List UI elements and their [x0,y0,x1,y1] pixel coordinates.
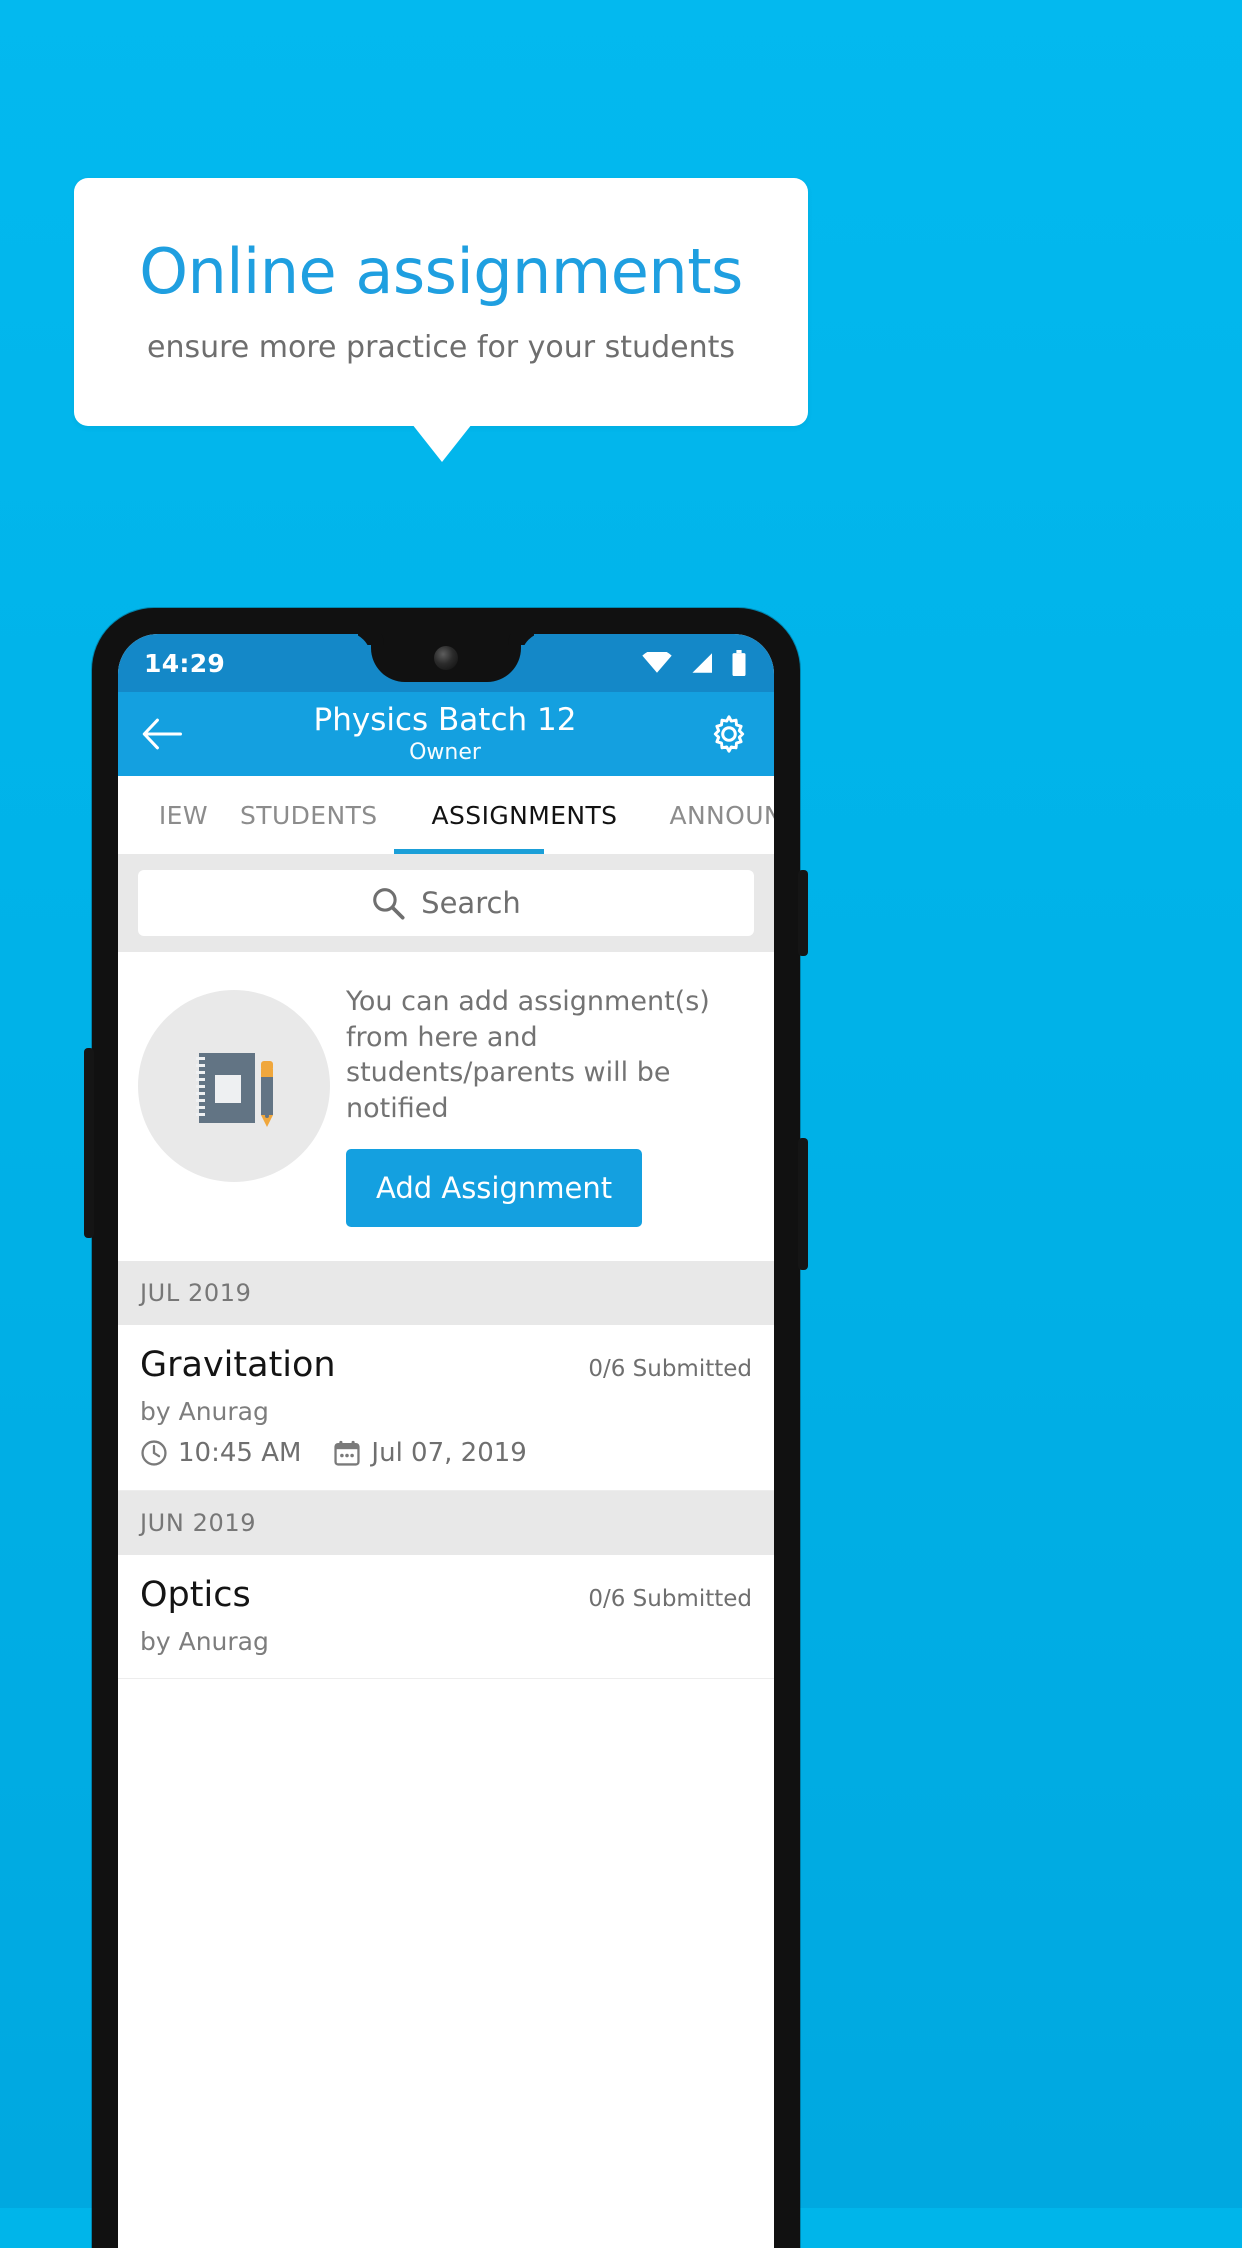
assignment-author: by Anurag [140,1626,269,1656]
gear-icon[interactable] [708,713,750,755]
status-icons [642,650,748,676]
page-title: Physics Batch 12 [313,701,577,738]
assignment-row-top: Optics 0/6 Submitted [140,1575,752,1615]
signal-icon [688,652,714,674]
battery-icon [730,650,748,676]
wifi-icon [642,652,672,674]
calendar-icon [333,1439,361,1467]
assignment-title: Gravitation [140,1344,336,1385]
tab-active-indicator [394,849,544,854]
assignment-author: by Anurag [140,1396,269,1426]
add-assignment-button[interactable]: Add Assignment [346,1148,643,1227]
back-arrow-icon[interactable] [142,717,182,751]
status-clock: 14:29 [144,648,226,678]
promo-title: Online assignments [139,234,743,308]
empty-state-message: You can add assignment(s) from here and … [346,986,710,1124]
assignment-row[interactable]: Gravitation 0/6 Submitted by Anurag 10:4… [118,1324,774,1491]
app-bar: Physics Batch 12 Owner [118,692,774,776]
tab-bar: IEW STUDENTS ASSIGNMENTS ANNOUNCEI [118,776,774,854]
assignment-row[interactable]: Optics 0/6 Submitted by Anurag [118,1554,774,1679]
search-icon [371,886,405,920]
month-header-jun: JUN 2019 [118,1490,774,1555]
tab-announcements[interactable]: ANNOUNCEI [643,776,774,854]
status-bar: 14:29 [118,634,774,692]
assignment-row-top: Gravitation 0/6 Submitted [140,1345,752,1385]
search-container: Search [118,854,774,952]
promo-bubble: Online assignments ensure more practice … [74,178,808,426]
clock-icon [140,1439,168,1467]
phone-button-left [84,1048,94,1238]
app-bar-titles: Physics Batch 12 Owner [182,701,708,766]
assignment-meta: 10:45 AM Jul 07, 2019 [140,1438,752,1468]
empty-state-card: You can add assignment(s) from here and … [118,952,774,1261]
camera-notch [371,634,521,682]
promo-subtitle: ensure more practice for your students [147,330,735,366]
assignment-submitted-count: 0/6 Submitted [588,1585,752,1612]
tab-students[interactable]: STUDENTS [212,776,406,854]
tab-assignments[interactable]: ASSIGNMENTS [406,776,644,854]
promo-bubble-tail [412,424,472,462]
search-placeholder: Search [421,886,521,920]
empty-state-content: You can add assignment(s) from here and … [346,976,756,1227]
phone-mockup: 14:29 Physics Batch 12 Owner IEW STUDENT… [84,608,808,2248]
page-subtitle: Owner [409,740,481,766]
assignment-time: 10:45 AM [178,1437,302,1468]
tab-overview[interactable]: IEW [118,776,212,854]
assignment-title: Optics [140,1574,251,1615]
assignment-submitted-count: 0/6 Submitted [588,1355,752,1382]
month-header-jul: JUL 2019 [118,1260,774,1325]
phone-button-power [798,870,808,956]
phone-screen: 14:29 Physics Batch 12 Owner IEW STUDENT… [118,634,774,2248]
search-input[interactable]: Search [138,870,754,936]
front-camera-icon [434,646,458,670]
phone-button-volume [798,1138,808,1270]
assignment-date: Jul 07, 2019 [371,1437,527,1468]
notebook-and-pen-icon [138,990,330,1182]
